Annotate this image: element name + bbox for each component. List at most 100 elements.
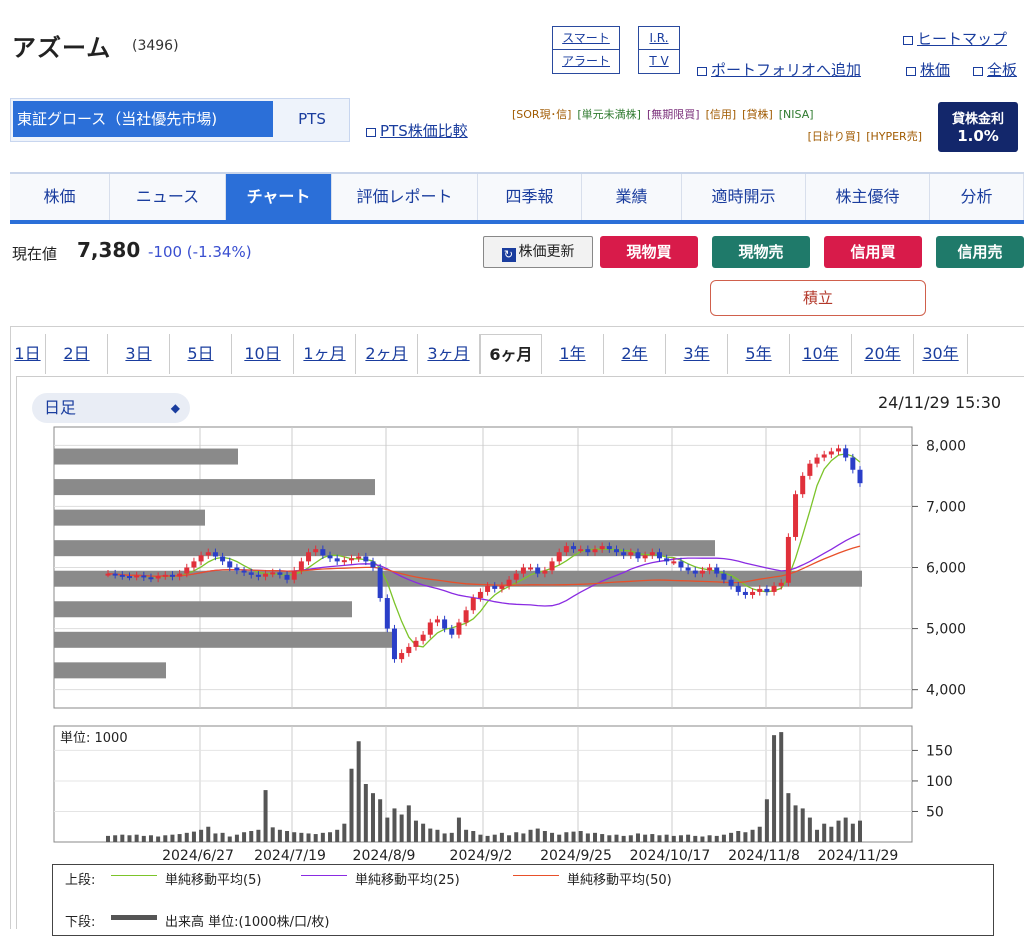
price-tick-label: 6,000: [926, 561, 966, 577]
volume-bar: [421, 823, 426, 842]
volume-bar: [542, 831, 547, 842]
legend-volume-swatch: [111, 915, 157, 920]
candle-body: [542, 570, 548, 574]
volume-bar: [521, 833, 526, 842]
volume-bar: [693, 835, 698, 842]
legend-ma25-line: [301, 875, 347, 876]
candle-body: [349, 558, 355, 561]
volume-bar: [349, 768, 354, 842]
volume-bar: [442, 833, 447, 842]
candle-body: [757, 588, 763, 592]
candle-body: [169, 574, 175, 577]
volume-profile-bar: [54, 540, 715, 557]
candle-body: [384, 598, 390, 629]
volume-bar: [635, 833, 640, 842]
candle-body: [785, 536, 791, 583]
volume-profile-bar: [54, 448, 238, 465]
legend-ma50-line: [513, 875, 559, 876]
chart-legend: 上段: 単純移動平均(5) 単純移動平均(25) 単純移動平均(50) 下段: …: [52, 864, 994, 936]
volume-bar: [499, 832, 504, 842]
legend-ma5: 単純移動平均(5): [165, 873, 262, 888]
candle-body: [520, 567, 526, 574]
candle-body: [549, 561, 555, 571]
candle-body: [563, 546, 569, 553]
volume-bar: [550, 832, 555, 842]
candle-body: [585, 549, 591, 553]
x-tick-label: 2024/11/29: [818, 848, 899, 864]
volume-bar: [292, 832, 297, 842]
volume-bar: [557, 834, 562, 842]
volume-bar: [600, 834, 605, 842]
volume-tick-label: 100: [926, 774, 953, 790]
candle-body: [334, 558, 340, 562]
volume-bar: [177, 834, 182, 842]
candle-body: [778, 582, 784, 586]
volume-bar: [664, 834, 669, 842]
volume-bar: [585, 833, 590, 842]
candle-body: [155, 576, 161, 579]
volume-bar: [220, 832, 225, 842]
candle-body: [341, 560, 347, 563]
candle-body: [148, 577, 154, 580]
x-tick-label: 2024/6/27: [162, 848, 234, 864]
candle-body: [191, 561, 197, 568]
candle-body: [463, 610, 469, 623]
candle-body: [298, 561, 304, 571]
volume-bar: [148, 835, 153, 842]
volume-bar: [213, 833, 218, 842]
volume-bar: [313, 834, 318, 842]
volume-bar: [578, 831, 583, 842]
candle-body: [506, 579, 512, 586]
candle-body: [699, 570, 705, 574]
candle-body: [850, 457, 856, 470]
candle-body: [678, 561, 684, 568]
candle-body: [227, 561, 233, 568]
candle-body: [807, 463, 813, 476]
candle-body: [664, 558, 670, 562]
candle-body: [857, 469, 863, 484]
volume-bar: [134, 834, 139, 842]
volume-bar: [621, 835, 626, 842]
candle-body: [499, 585, 505, 589]
candle-body: [449, 628, 455, 635]
candle-body: [241, 570, 247, 573]
volume-bar: [392, 808, 397, 842]
candle-body: [571, 546, 577, 550]
candle-body: [277, 572, 283, 575]
volume-bar: [285, 831, 290, 842]
volume-bar: [528, 829, 533, 842]
volume-bar: [800, 808, 805, 842]
stock-chart: 8,000 7,000 6,000 5,000 4,000 150 100 50 単位: 100…: [53, 426, 966, 864]
legend-ma5-line: [111, 875, 157, 876]
volume-bar: [786, 793, 791, 842]
candle-body: [485, 585, 491, 592]
price-tick-label: 4,000: [926, 683, 966, 699]
volume-bar: [141, 835, 146, 842]
candle-body: [793, 494, 799, 537]
volume-profile-bar: [54, 631, 396, 648]
candle-body: [742, 591, 748, 595]
volume-bar: [106, 835, 110, 842]
volume-bar: [843, 817, 848, 842]
legend-upper-label: 上段:: [65, 873, 96, 888]
candle-body: [212, 552, 218, 557]
legend-volume: 出来高 単位:(1000株/口/枚): [165, 915, 330, 930]
volume-bar: [850, 823, 855, 842]
volume-bar: [686, 834, 691, 842]
candle-body: [750, 591, 756, 595]
volume-bar: [378, 799, 383, 842]
candle-body: [220, 556, 226, 562]
x-tick-label: 2024/7/19: [254, 848, 326, 864]
volume-bar: [263, 790, 268, 842]
volume-bar: [714, 835, 719, 842]
volume-bar: [707, 835, 712, 842]
candle-body: [306, 552, 312, 562]
volume-bar: [249, 831, 254, 842]
candle-body: [198, 555, 204, 562]
volume-bar: [614, 834, 619, 842]
candle-body: [141, 575, 147, 578]
volume-bar: [234, 834, 239, 842]
legend-ma50: 単純移動平均(50): [567, 873, 672, 888]
legend-ma25: 単純移動平均(25): [355, 873, 460, 888]
legend-lower-label: 下段:: [65, 915, 96, 930]
